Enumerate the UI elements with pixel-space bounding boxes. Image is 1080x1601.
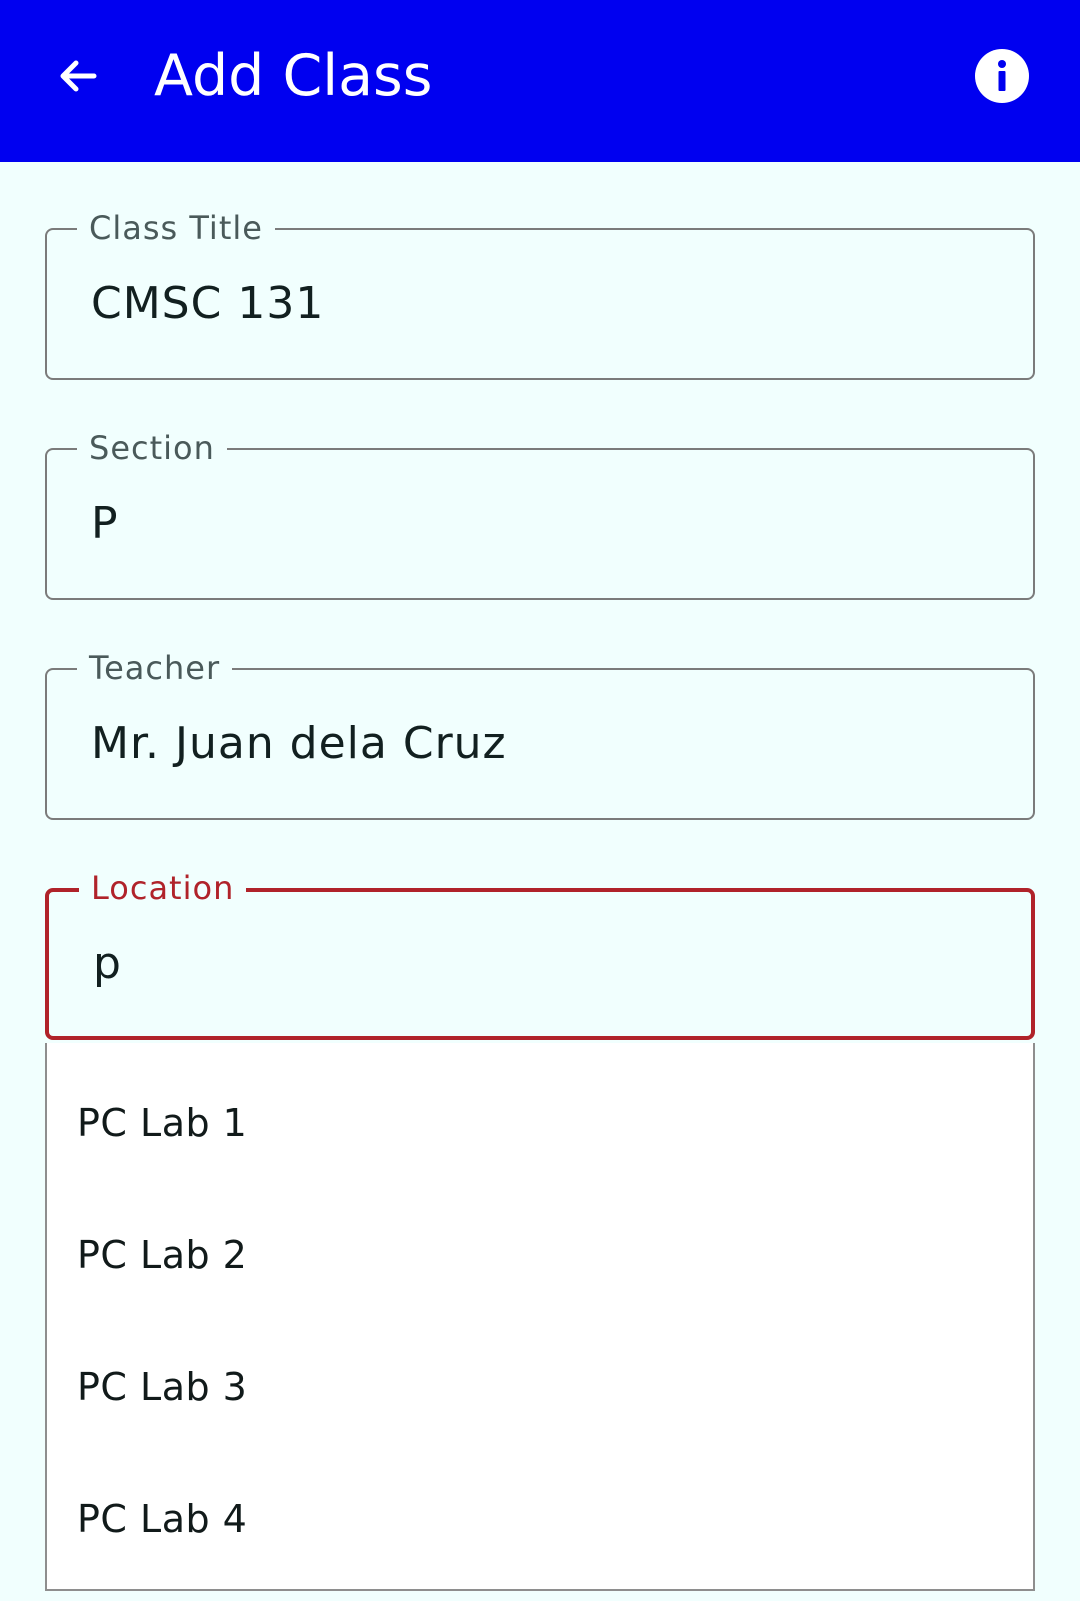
app-bar: Add Class — [0, 0, 1080, 162]
location-field[interactable]: Location p — [45, 866, 1035, 1040]
suggestion-item[interactable]: PC Lab 2 — [77, 1230, 247, 1280]
teacher-label: Teacher — [77, 646, 233, 690]
suggestion-item[interactable]: PC Lab 4 — [77, 1494, 247, 1544]
info-icon — [975, 49, 1029, 103]
section-field[interactable]: Section P — [45, 426, 1035, 600]
teacher-input[interactable]: Mr. Juan dela Cruz — [91, 714, 507, 774]
class-title-label: Class Title — [77, 206, 275, 250]
page-title: Add Class — [154, 43, 433, 109]
class-title-input[interactable]: CMSC 131 — [91, 274, 324, 334]
location-label: Location — [79, 866, 247, 910]
back-button[interactable] — [44, 42, 112, 110]
teacher-field[interactable]: Teacher Mr. Juan dela Cruz — [45, 646, 1035, 820]
section-label: Section — [77, 426, 227, 470]
suggestion-item[interactable]: PC Lab 3 — [77, 1362, 247, 1412]
info-button[interactable] — [970, 44, 1034, 108]
suggestion-item[interactable]: PC Lab 1 — [77, 1098, 247, 1148]
section-input[interactable]: P — [91, 494, 119, 554]
location-suggestions-dropdown: PC Lab 1 PC Lab 2 PC Lab 3 PC Lab 4 — [45, 1043, 1035, 1591]
arrow-back-icon — [60, 60, 97, 92]
class-title-field[interactable]: Class Title CMSC 131 — [45, 206, 1035, 380]
location-input[interactable]: p — [93, 934, 122, 994]
